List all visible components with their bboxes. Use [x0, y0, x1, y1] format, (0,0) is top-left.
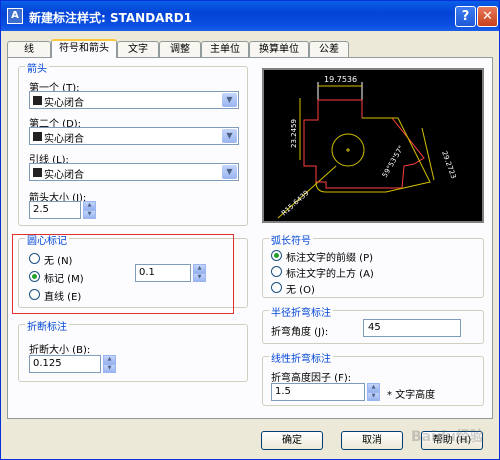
spin-up-icon[interactable]: ▲ [367, 383, 380, 392]
tab-panel: 箭头 第一个 (T): 实心闭合 ▼ 第二个 (D): 实心闭合 ▼ 引线 (L… [7, 57, 493, 419]
linear-jog-group: 线性折弯标注 折弯高度因子 (F): 1.5 ▲ ▼ * 文字高度 [262, 350, 484, 406]
arrowheads-group: 箭头 第一个 (T): 实心闭合 ▼ 第二个 (D): 实心闭合 ▼ 引线 (L… [18, 60, 248, 226]
arc-prefix-radio[interactable] [271, 250, 282, 261]
arc-above-label: 标注文字的上方 (A) [286, 269, 374, 280]
arrowheads-title: 箭头 [25, 60, 49, 75]
dim-angle-text: 59°53'57" [381, 144, 406, 179]
leader-select[interactable]: 实心闭合 ▼ [29, 163, 239, 181]
preview-drawing: 19.7536 23.2459 29.2723 59°53'57" R15.64… [277, 75, 458, 219]
break-size-label: 折断大小 (B): [29, 345, 91, 356]
arc-none-label: 无 (O) [286, 285, 315, 296]
tab-text[interactable]: 文字 [117, 41, 159, 57]
jog-factor-value: 1.5 [275, 386, 291, 397]
jog-angle-input[interactable]: 45 [363, 319, 461, 337]
dimension-preview: 19.7536 23.2459 29.2723 59°53'57" R15.64… [262, 68, 484, 223]
leader-value: 实心闭合 [44, 170, 84, 181]
title-bar[interactable]: A 新建标注样式: STANDARD1 ? ✕ [1, 1, 499, 31]
first-arrow-value: 实心闭合 [44, 98, 84, 109]
ok-button[interactable]: 确定 [261, 431, 323, 450]
autocad-dimension-icon: A [7, 8, 23, 24]
jog-factor-label: 折弯高度因子 (F): [271, 373, 352, 384]
jog-angle-value: 45 [368, 322, 381, 333]
spin-down-icon[interactable]: ▼ [103, 364, 116, 373]
chevron-down-icon[interactable]: ▼ [222, 165, 237, 179]
arc-none-radio[interactable] [271, 282, 282, 293]
cancel-button[interactable]: 取消 [341, 431, 403, 450]
highlight-box [12, 234, 234, 314]
arrow-swatch-icon [33, 168, 42, 177]
break-title: 折断标注 [25, 318, 69, 333]
dimension-break-group: 折断标注 折断大小 (B): 0.125 ▲ ▼ [18, 318, 248, 382]
arc-above-radio[interactable] [271, 266, 282, 277]
arrow-swatch-icon [33, 96, 42, 105]
arc-prefix-label: 标注文字的前缀 (P) [286, 253, 374, 264]
dim-left-text: 23.2459 [290, 119, 298, 148]
tab-primary-units[interactable]: 主单位 [201, 41, 249, 57]
second-arrow-value: 实心闭合 [44, 134, 84, 145]
jog-factor-spinner[interactable]: ▲ ▼ [367, 383, 380, 401]
chevron-down-icon[interactable]: ▼ [222, 129, 237, 143]
text-height-suffix: * 文字高度 [387, 390, 436, 401]
arrow-size-spinner[interactable]: ▲ ▼ [83, 201, 96, 219]
break-size-input[interactable]: 0.125 [29, 355, 101, 373]
jog-angle-label: 折弯角度 (J): [271, 327, 329, 338]
radius-jog-title: 半径折弯标注 [269, 304, 333, 319]
spin-down-icon[interactable]: ▼ [83, 210, 96, 219]
dim-top-text: 19.7536 [324, 75, 357, 84]
linear-jog-title: 线性折弯标注 [269, 350, 333, 365]
arrow-size-input[interactable]: 2.5 [29, 201, 81, 219]
tab-lines[interactable]: 线 [7, 41, 51, 57]
jog-factor-input[interactable]: 1.5 [271, 383, 365, 401]
break-size-spinner[interactable]: ▲ ▼ [103, 355, 116, 373]
help-title-button[interactable]: ? [455, 6, 476, 27]
tab-tolerances[interactable]: 公差 [309, 41, 349, 57]
second-arrow-select[interactable]: 实心闭合 ▼ [29, 127, 239, 145]
radius-jog-group: 半径折弯标注 折弯角度 (J): 45 [262, 304, 484, 344]
arc-length-group: 弧长符号 标注文字的前缀 (P) 标注文字的上方 (A) 无 (O) [262, 232, 484, 298]
break-size-value: 0.125 [33, 358, 62, 369]
tab-fit[interactable]: 调整 [159, 41, 201, 57]
arrow-size-value: 2.5 [33, 204, 49, 215]
dim-right-text: 29.2723 [440, 150, 457, 180]
dimension-style-dialog: A 新建标注样式: STANDARD1 ? ✕ 线 符号和箭头 文字 调整 主单… [0, 0, 500, 460]
tab-symbols-arrows[interactable]: 符号和箭头 [51, 39, 117, 58]
arrow-swatch-icon [33, 132, 42, 141]
close-button[interactable]: ✕ [477, 6, 498, 27]
tab-alternate-units[interactable]: 换算单位 [249, 41, 309, 57]
arc-length-title: 弧长符号 [269, 232, 313, 247]
window-title: 新建标注样式: STANDARD1 [29, 11, 193, 25]
spin-up-icon[interactable]: ▲ [103, 355, 116, 364]
spin-up-icon[interactable]: ▲ [83, 201, 96, 210]
watermark: Baidu经验 [411, 429, 484, 445]
first-arrow-select[interactable]: 实心闭合 ▼ [29, 91, 239, 109]
chevron-down-icon[interactable]: ▼ [222, 93, 237, 107]
spin-down-icon[interactable]: ▼ [367, 392, 380, 401]
dim-radius-text: R15.6439 [280, 189, 310, 218]
